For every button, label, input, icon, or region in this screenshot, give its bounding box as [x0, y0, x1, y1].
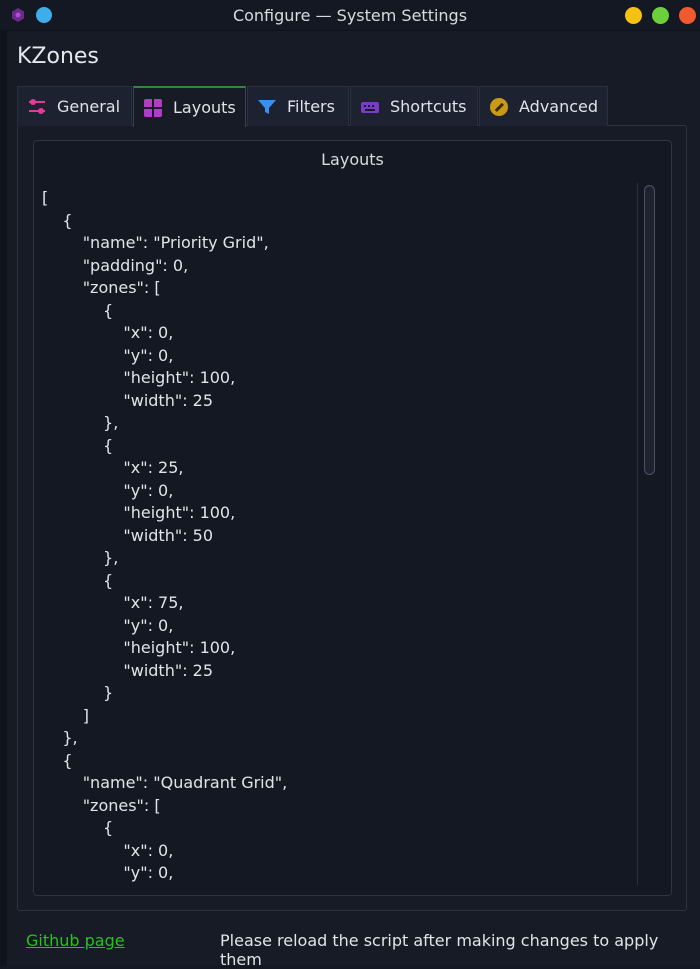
- tab-filters[interactable]: Filters: [247, 86, 349, 126]
- minimize-button[interactable]: [625, 7, 642, 24]
- tab-general[interactable]: General: [17, 86, 132, 126]
- code-line: {: [42, 210, 73, 230]
- code-line: {: [42, 435, 114, 455]
- tab-label: General: [57, 97, 121, 116]
- background-window-edge: [0, 31, 7, 966]
- code-line: {: [42, 750, 73, 770]
- funnel-icon: [257, 97, 277, 117]
- code-line: {: [42, 818, 114, 837]
- code-line: "zones": [: [42, 278, 161, 297]
- tab-label: Shortcuts: [390, 97, 467, 116]
- scrollbar-thumb[interactable]: [644, 185, 655, 475]
- keyboard-icon: [360, 97, 380, 117]
- code-line: "width": 25: [42, 660, 214, 680]
- tab-advanced[interactable]: Advanced: [479, 86, 608, 126]
- title-bar[interactable]: Configure — System Settings: [0, 0, 700, 31]
- code-line: "x": 0,: [42, 323, 174, 342]
- github-page-link[interactable]: Github page: [26, 931, 125, 950]
- code-line: {: [42, 300, 114, 320]
- code-line: "zones": [: [42, 795, 161, 815]
- code-line: "name": "Quadrant Grid",: [42, 773, 288, 792]
- code-line: "x": 25,: [42, 458, 184, 477]
- wrench-icon: [489, 97, 509, 117]
- code-line: "padding": 0,: [42, 255, 189, 275]
- scrollbar-track[interactable]: [637, 183, 638, 885]
- code-line: "y": 0,: [42, 480, 174, 500]
- code-line: },: [42, 548, 119, 567]
- reload-hint: Please reload the script after making ch…: [220, 931, 659, 969]
- code-line: "y": 0,: [42, 863, 174, 882]
- code-line: "x": 0,: [42, 840, 174, 860]
- code-line: "x": 75,: [42, 593, 184, 612]
- page-title: KZones: [17, 44, 99, 69]
- close-button[interactable]: [679, 7, 696, 24]
- code-line: "height": 100,: [42, 638, 236, 657]
- code-line: "width": 25: [42, 390, 214, 410]
- code-line: }: [42, 683, 114, 702]
- code-line: "name": "Priority Grid",: [42, 233, 269, 252]
- tab-label: Layouts: [173, 98, 236, 117]
- window-title: Configure — System Settings: [232, 6, 468, 25]
- code-line: {: [42, 570, 114, 590]
- maximize-button[interactable]: [652, 7, 669, 24]
- settings-window: Configure — System Settings KZones Gener…: [0, 0, 700, 969]
- layouts-json-editor[interactable]: [ { "name": "Priority Grid", "padding": …: [42, 183, 637, 885]
- grid-icon: [143, 98, 163, 118]
- code-line: },: [42, 728, 78, 747]
- tab-shortcuts[interactable]: Shortcuts: [350, 86, 478, 126]
- code-line: "y": 0,: [42, 345, 174, 365]
- layouts-group-title: Layouts: [321, 150, 384, 169]
- tab-label: Advanced: [519, 97, 599, 116]
- sliders-icon: [27, 97, 47, 117]
- code-line: "height": 100,: [42, 503, 236, 522]
- code-line: },: [42, 413, 119, 432]
- tab-label: Filters: [287, 97, 335, 116]
- code-line: "height": 100,: [42, 368, 236, 387]
- code-line: ]: [42, 705, 89, 725]
- code-line: [: [42, 188, 49, 207]
- code-line: "width": 50: [42, 525, 214, 545]
- code-line: "y": 0,: [42, 615, 174, 635]
- tab-layouts[interactable]: Layouts: [133, 86, 246, 127]
